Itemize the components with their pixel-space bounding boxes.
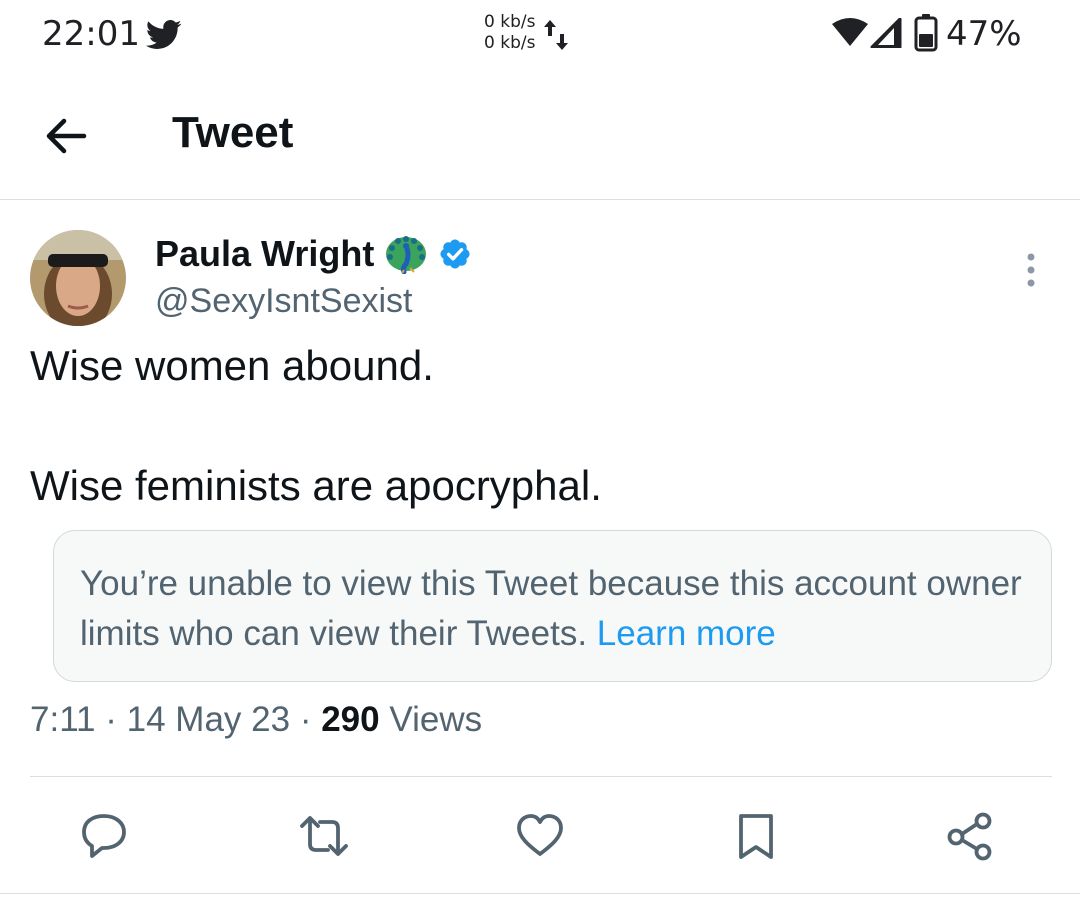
page-title: Tweet <box>172 108 294 157</box>
battery-percent: 47% <box>946 14 1022 54</box>
author-name[interactable]: Paula Wright <box>155 233 374 275</box>
tweet-metadata: 7:11 · 14 May 23 · 290 Views <box>30 700 482 740</box>
more-options-icon[interactable] <box>1016 250 1046 290</box>
learn-more-link[interactable]: Learn more <box>597 614 776 653</box>
back-arrow-icon[interactable] <box>40 110 92 162</box>
views-label[interactable]: Views <box>389 700 482 739</box>
net-up-speed: 0 kb/s <box>484 12 536 32</box>
tweet-text: Wise women abound. Wise feminists are ap… <box>30 340 602 512</box>
avatar-image <box>30 230 126 326</box>
author-name-row: Paula Wright <box>155 232 472 276</box>
net-down-speed: 0 kb/s <box>484 33 536 53</box>
top-app-bar: Tweet <box>0 72 1080 200</box>
tweet-time[interactable]: 7:11 <box>30 700 96 739</box>
divider <box>30 776 1052 777</box>
notice-message: You’re unable to view this Tweet because… <box>80 564 1022 653</box>
unavailable-tweet-notice: You’re unable to view this Tweet because… <box>53 530 1052 682</box>
network-speed: 0 kb/s 0 kb/s <box>484 12 535 54</box>
author-handle[interactable]: @SexyIsntSexist <box>155 282 413 321</box>
avatar[interactable] <box>30 230 126 326</box>
twitter-bird-icon <box>146 20 182 49</box>
bookmark-icon[interactable] <box>730 810 782 862</box>
verified-badge-icon <box>440 239 470 269</box>
meta-separator: · <box>299 700 312 739</box>
data-arrows-icon <box>544 20 568 50</box>
reply-icon[interactable] <box>78 810 130 862</box>
status-bar: 22:01 0 kb/s 0 kb/s 47% <box>0 0 1080 72</box>
battery-icon <box>914 14 938 52</box>
wifi-icon <box>832 18 868 46</box>
tweet-text-line: Wise women abound. <box>30 342 434 389</box>
signal-icon <box>870 18 902 48</box>
meta-separator: · <box>105 700 117 739</box>
heart-icon[interactable] <box>514 810 566 862</box>
status-time: 22:01 <box>42 14 140 54</box>
views-count[interactable]: 290 <box>321 700 379 739</box>
tweet-text-line: Wise feminists are apocryphal. <box>30 462 602 509</box>
retweet-icon[interactable] <box>298 810 350 862</box>
share-icon[interactable] <box>944 810 996 862</box>
peacock-icon <box>386 236 427 274</box>
tweet-action-bar <box>0 800 1080 870</box>
divider <box>0 893 1080 894</box>
notice-text-block: You’re unable to view this Tweet because… <box>80 559 1025 659</box>
tweet-date[interactable]: 14 May 23 <box>127 700 290 739</box>
